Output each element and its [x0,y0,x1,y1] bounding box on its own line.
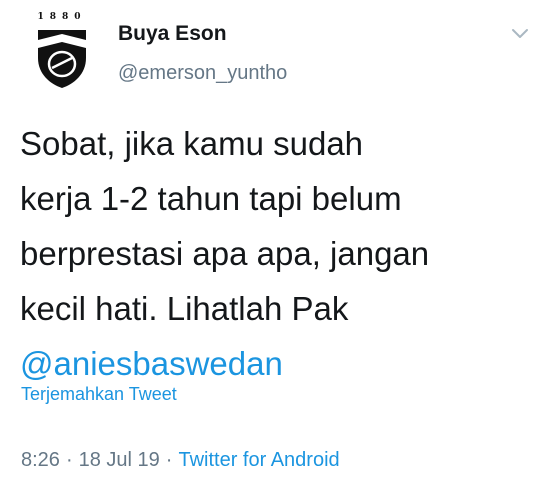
tweet-line: kecil hati. Lihatlah Pak [20,290,349,327]
tweet-text: Sobat, jika kamu sudah kerja 1-2 tahun t… [20,116,520,391]
tweet-card: 1880 Buya Eson @emerson_yuntho Sobat, ji… [0,0,552,491]
translate-tweet-link[interactable]: Terjemahkan Tweet [21,384,177,405]
meta-separator: · [165,449,173,471]
tweet-line: berprestasi apa apa, jangan [20,235,430,272]
display-name[interactable]: Buya Eson [118,22,227,46]
tweet-source-link[interactable]: Twitter for Android [178,449,339,471]
tweet-line: Sobat, jika kamu sudah [20,125,364,162]
user-handle[interactable]: @emerson_yuntho [118,62,287,85]
mention-link[interactable]: @aniesbaswedan [20,336,520,391]
avatar[interactable]: 1880 [30,12,94,92]
avatar-logo-text: 1880 [37,12,87,22]
tweet-time[interactable]: 8:26 [21,449,60,471]
tweet-line: kerja 1-2 tahun tapi belum [20,180,402,217]
chevron-down-icon[interactable] [510,26,530,40]
tweet-date[interactable]: 18 Jul 19 [79,449,160,471]
meta-separator: · [65,449,73,471]
crest-logo-icon [38,30,86,88]
tweet-meta: 8:26 · 18 Jul 19 · Twitter for Android [21,449,340,472]
